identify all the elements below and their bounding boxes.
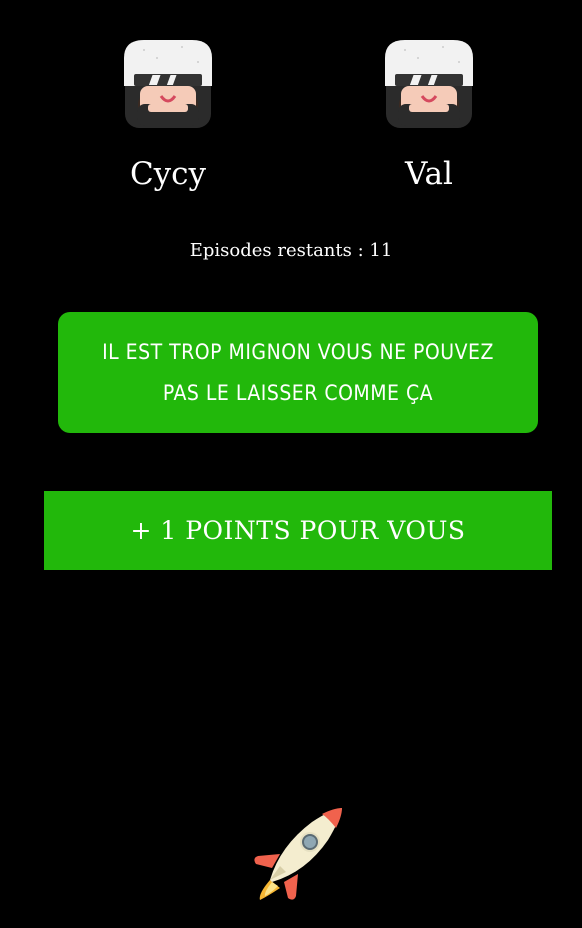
award-points-button[interactable]: + 1 POINTS POUR VOUS (44, 491, 552, 570)
player-card-2: Val (349, 38, 509, 192)
player-name: Cycy (129, 156, 207, 192)
rocket-icon[interactable] (250, 806, 346, 902)
episodes-remaining: Episodes restants : 11 (189, 240, 393, 261)
player-name: Val (405, 156, 453, 192)
challenge-card: IL EST TROP MIGNON VOUS NE POUVEZ PAS LE… (58, 312, 538, 433)
challenge-text: IL EST TROP MIGNON VOUS NE POUVEZ PAS LE… (102, 339, 494, 405)
player-card-1: Cycy (88, 38, 248, 192)
helmet-avatar-icon (122, 38, 214, 130)
helmet-avatar-icon (383, 38, 475, 130)
award-points-label: + 1 POINTS POUR VOUS (130, 516, 466, 545)
